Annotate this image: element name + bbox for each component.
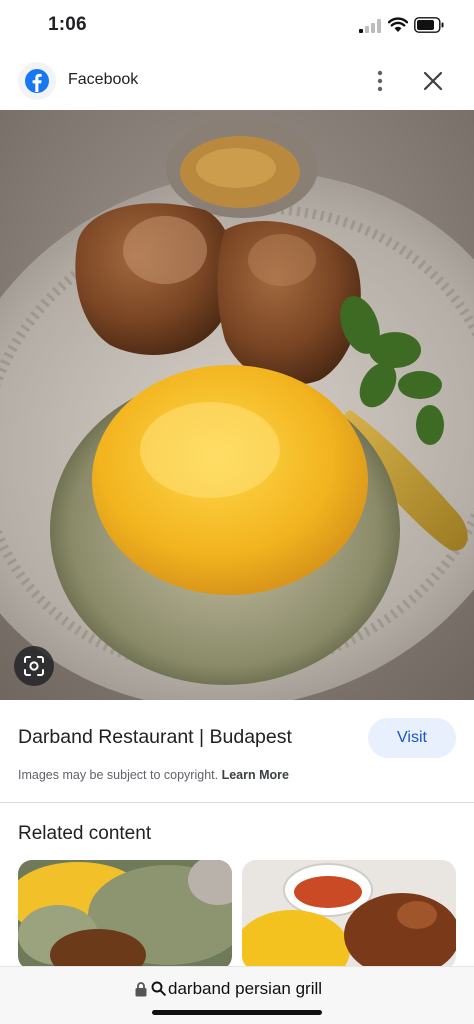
address-bar[interactable]: darband persian grill	[0, 966, 474, 1024]
status-time: 1:06	[48, 14, 87, 35]
home-indicator[interactable]	[152, 1010, 322, 1015]
visit-button[interactable]: Visit	[368, 718, 456, 758]
more-options-icon[interactable]	[366, 66, 394, 96]
lens-icon	[24, 656, 44, 676]
copyright-text: Images may be subject to copyright.	[18, 768, 219, 782]
lock-icon	[135, 982, 147, 997]
signal-icon	[359, 19, 381, 33]
battery-icon	[414, 17, 444, 33]
divider	[0, 802, 474, 803]
result-title[interactable]: Darband Restaurant | Budapest	[18, 726, 292, 749]
close-icon[interactable]	[420, 68, 446, 94]
related-content-heading: Related content	[18, 823, 152, 844]
related-image-1[interactable]	[18, 860, 232, 970]
visual-search-button[interactable]	[14, 646, 54, 686]
related-image-2[interactable]	[242, 860, 456, 970]
search-icon	[151, 981, 166, 996]
url-query-text[interactable]: darband persian grill	[168, 979, 322, 999]
learn-more-link[interactable]: Learn More	[222, 768, 289, 782]
facebook-logo-icon[interactable]	[18, 62, 56, 100]
food-image[interactable]	[0, 110, 474, 700]
copyright-notice: Images may be subject to copyright. Lear…	[18, 768, 289, 782]
source-name[interactable]: Facebook	[68, 71, 138, 89]
wifi-icon	[388, 17, 408, 32]
source-header: Facebook	[0, 54, 474, 108]
status-bar: 1:06	[0, 0, 474, 52]
